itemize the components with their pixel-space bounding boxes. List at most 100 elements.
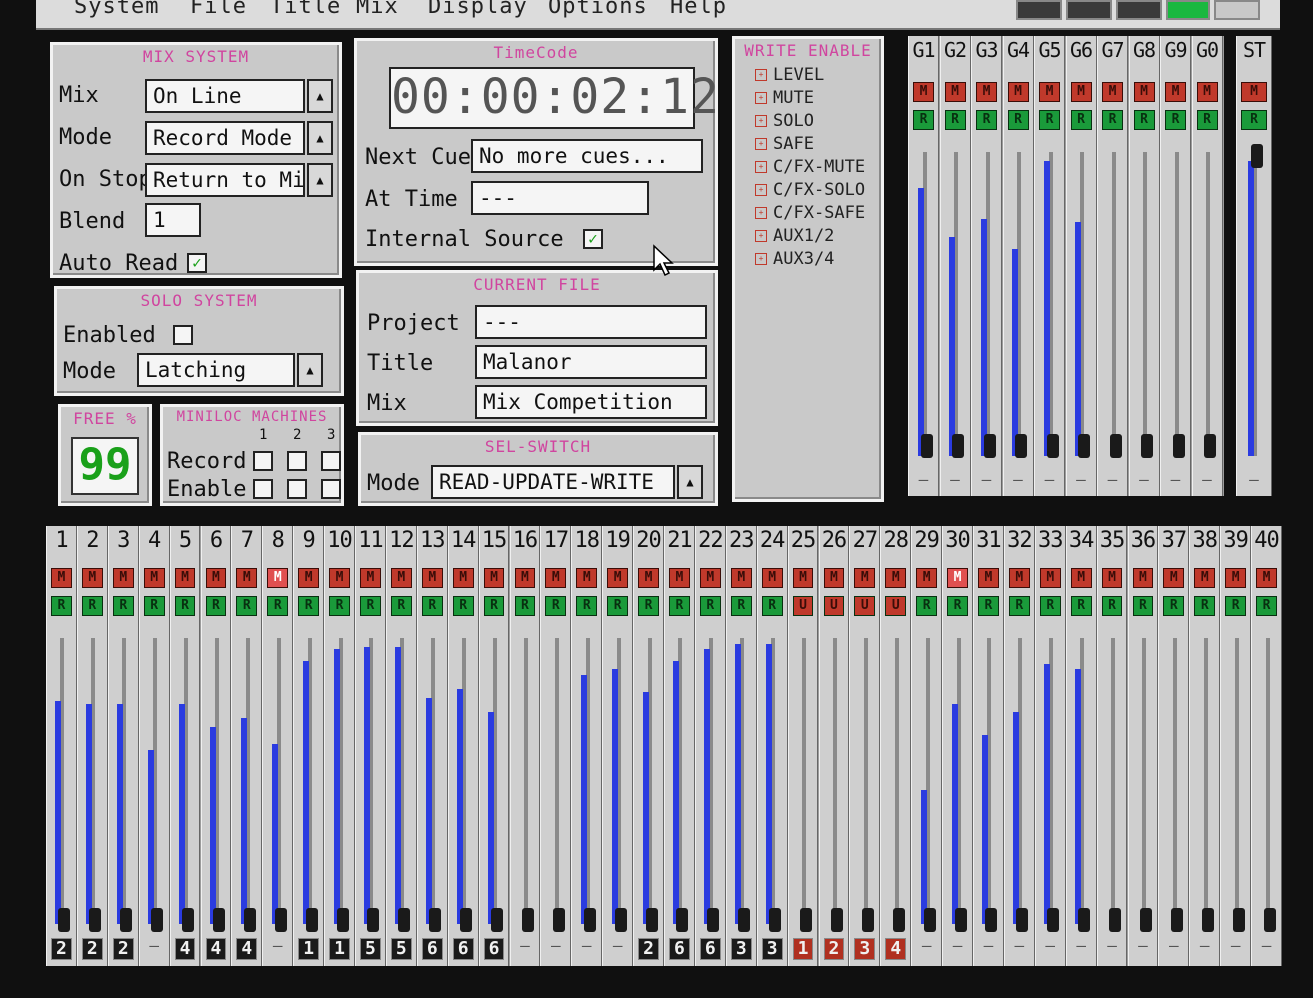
record-checkbox-2[interactable]	[287, 451, 307, 471]
mute-button[interactable]: M	[1196, 82, 1218, 102]
group-assign-box[interactable]: 4	[174, 938, 196, 960]
fader-knob[interactable]	[800, 908, 813, 932]
write-enable-item[interactable]: + AUX3/4	[755, 249, 834, 269]
group-assign-box[interactable]: 3	[730, 938, 752, 960]
read-button[interactable]: R	[1008, 596, 1030, 616]
mute-button[interactable]: M	[944, 82, 966, 102]
group-assign-box[interactable]: 2	[638, 938, 659, 960]
fader-knob[interactable]	[1139, 908, 1152, 932]
mute-button[interactable]: M	[699, 568, 721, 588]
mute-button[interactable]: M	[421, 568, 443, 588]
fader-track[interactable]	[1203, 638, 1208, 924]
fader-track[interactable]	[1172, 638, 1177, 924]
fader-track[interactable]	[863, 638, 868, 924]
enable-checkbox-3[interactable]	[321, 479, 341, 499]
record-button[interactable]	[1214, 0, 1260, 20]
fader-knob[interactable]	[89, 908, 102, 932]
fader-track[interactable]	[1111, 638, 1116, 924]
update-button[interactable]: U	[885, 596, 907, 616]
mute-button[interactable]: M	[452, 568, 474, 588]
group-assign-empty[interactable]: –	[1221, 936, 1250, 955]
sel-switch-mode-select[interactable]: READ-UPDATE-WRITE	[431, 465, 675, 499]
title-field[interactable]: Malanor	[475, 345, 707, 379]
fader-knob[interactable]	[583, 908, 596, 932]
mute-button[interactable]: M	[1132, 568, 1154, 588]
fader-knob[interactable]	[151, 908, 164, 932]
menu-display[interactable]: Display	[428, 0, 528, 19]
read-button[interactable]: R	[1102, 110, 1123, 130]
read-button[interactable]: R	[576, 596, 598, 616]
internal-source-checkbox[interactable]: ✓	[583, 229, 603, 249]
write-enable-item[interactable]: + C/FX-MUTE	[755, 157, 865, 177]
read-button[interactable]: R	[607, 596, 629, 616]
rewind-button[interactable]	[1016, 0, 1062, 20]
mute-button[interactable]: M	[1070, 568, 1092, 588]
read-button[interactable]: R	[944, 110, 966, 130]
write-enable-item[interactable]: + C/FX-SAFE	[755, 203, 865, 223]
fader-knob[interactable]	[1172, 434, 1185, 458]
fader-track[interactable]	[1174, 152, 1179, 456]
group-assign-empty[interactable]: –	[572, 936, 601, 955]
play-button[interactable]	[1116, 0, 1162, 20]
fader-knob[interactable]	[952, 434, 964, 458]
read-button[interactable]: R	[1070, 110, 1092, 130]
fader-knob[interactable]	[243, 908, 256, 932]
group-assign-empty[interactable]: –	[263, 936, 292, 955]
fader-knob[interactable]	[954, 908, 967, 932]
read-button[interactable]: R	[421, 596, 443, 616]
read-button[interactable]: R	[1196, 110, 1218, 130]
read-button[interactable]: R	[638, 596, 659, 616]
mute-button[interactable]: M	[1165, 82, 1186, 102]
read-button[interactable]: R	[1101, 596, 1123, 616]
write-enable-item[interactable]: + SAFE	[755, 134, 814, 154]
fader-knob[interactable]	[985, 908, 998, 932]
mute-button[interactable]: M	[947, 568, 968, 588]
fader-track[interactable]	[832, 638, 837, 924]
fader-track[interactable]	[554, 638, 559, 924]
solo-enabled-checkbox[interactable]	[173, 325, 193, 345]
read-button[interactable]: R	[81, 596, 103, 616]
mute-button[interactable]: M	[976, 82, 997, 102]
mute-button[interactable]: M	[669, 568, 690, 588]
fader-knob[interactable]	[1109, 908, 1122, 932]
group-assign-box[interactable]: 2	[823, 938, 845, 960]
group-assign-empty[interactable]: –	[1036, 936, 1065, 955]
at-time-field[interactable]: ---	[471, 181, 649, 215]
mute-button[interactable]: M	[514, 568, 536, 588]
read-button[interactable]: R	[978, 596, 999, 616]
mute-button[interactable]: M	[81, 568, 103, 588]
write-enable-item[interactable]: + C/FX-SOLO	[755, 180, 865, 200]
group-assign-box[interactable]: 6	[699, 938, 721, 960]
read-button[interactable]: R	[143, 596, 165, 616]
group-assign-box[interactable]: 2	[112, 938, 134, 960]
fader-knob[interactable]	[521, 908, 534, 932]
fader-knob[interactable]	[1109, 434, 1122, 458]
read-button[interactable]: R	[1194, 596, 1216, 616]
fader-knob[interactable]	[460, 908, 473, 932]
fader-knob[interactable]	[336, 908, 349, 932]
mode-select[interactable]: Record Mode	[145, 121, 305, 155]
record-checkbox-3[interactable]	[321, 451, 341, 471]
write-enable-item[interactable]: + MUTE	[755, 88, 814, 108]
mute-button[interactable]: M	[1039, 568, 1061, 588]
mute-button[interactable]: M	[607, 568, 629, 588]
group-assign-box[interactable]: 6	[669, 938, 690, 960]
fader-knob[interactable]	[212, 908, 225, 932]
fader-track[interactable]	[523, 638, 528, 924]
update-button[interactable]: U	[823, 596, 845, 616]
fader-knob[interactable]	[491, 908, 504, 932]
fast-forward-button[interactable]	[1066, 0, 1112, 20]
mute-button[interactable]: M	[1101, 568, 1123, 588]
solo-mode-select[interactable]: Latching	[137, 353, 295, 387]
fader-knob[interactable]	[1141, 434, 1153, 458]
fader-knob[interactable]	[614, 908, 627, 932]
enable-checkbox-1[interactable]	[253, 479, 273, 499]
read-button[interactable]: R	[1163, 596, 1185, 616]
fader-knob[interactable]	[923, 908, 936, 932]
mute-button[interactable]: M	[916, 568, 938, 588]
fader-track[interactable]	[1143, 152, 1147, 456]
fader-track[interactable]	[1265, 638, 1270, 924]
read-button[interactable]: R	[916, 596, 938, 616]
fader-knob[interactable]	[398, 908, 411, 932]
mute-button[interactable]: M	[390, 568, 412, 588]
